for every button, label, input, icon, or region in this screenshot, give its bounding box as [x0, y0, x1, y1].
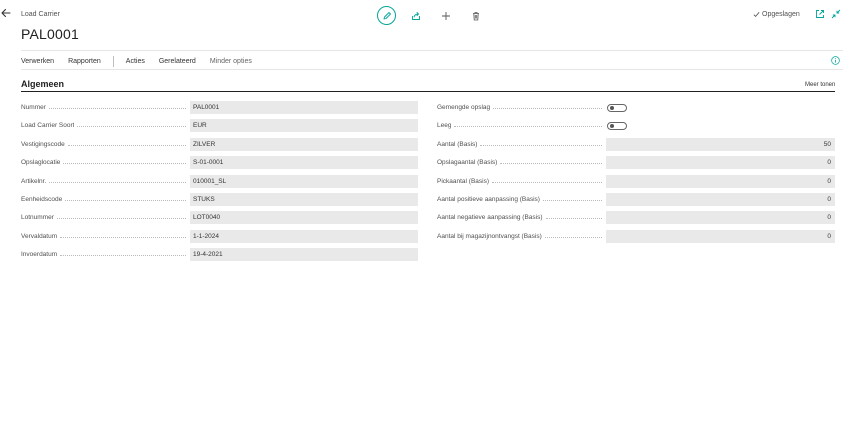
field-row-opslaglocatie: Opslaglocatie — [21, 156, 189, 169]
header-divider — [21, 50, 843, 51]
pickaantal-basis-field[interactable]: 0 — [606, 175, 835, 188]
new-button[interactable] — [437, 7, 455, 25]
negatieve-aanpassing-field[interactable]: 0 — [606, 211, 835, 224]
section-title: Algemeen — [21, 79, 65, 89]
field-row-artikelnr: Artikelnr. — [21, 175, 189, 188]
gemengde-opslag-toggle[interactable] — [607, 104, 627, 112]
field-label: Vervaldatum — [21, 233, 58, 240]
field-row-positieve-aanpassing: Aantal positieve aanpassing (Basis) — [437, 193, 605, 206]
field-label: Opslagaantal (Basis) — [437, 159, 498, 166]
vervaldatum-field[interactable]: 1-1-2024 — [190, 230, 418, 243]
share-icon — [412, 12, 420, 20]
page-title: PAL0001 — [21, 26, 79, 42]
field-row-invoerdatum: Invoerdatum — [21, 248, 189, 261]
trash-icon — [473, 12, 479, 21]
eenheidscode-field[interactable]: STUKS — [190, 193, 418, 206]
lotnummer-field[interactable]: LOT0040 — [190, 211, 418, 224]
field-label: Invoerdatum — [21, 251, 58, 258]
magazijnontvangst-field[interactable]: 0 — [606, 230, 835, 243]
opslagaantal-basis-field[interactable]: 0 — [606, 156, 835, 169]
field-row-vervaldatum: Vervaldatum — [21, 230, 189, 243]
field-row-leeg: Leeg — [437, 119, 605, 132]
field-row-lotnummer: Lotnummer — [21, 211, 189, 224]
action-bar-divider — [21, 69, 843, 70]
share-button[interactable] — [407, 7, 425, 25]
field-row-eenheidscode: Eenheidscode — [21, 193, 189, 206]
field-row-load-carrier-soort: Load Carrier Soort — [21, 119, 189, 132]
field-row-aantal-basis: Aantal (Basis) — [437, 138, 605, 151]
field-row-gemengde-opslag: Gemengde opslag — [437, 101, 605, 114]
menu-rapporten[interactable]: Rapporten — [68, 58, 101, 65]
field-label: Eenheidscode — [21, 196, 63, 203]
field-row-vestigingscode: Vestigingscode — [21, 138, 189, 151]
action-bar: Verwerken Rapporten Acties Gerelateerd M… — [21, 55, 266, 67]
leeg-toggle[interactable] — [607, 122, 627, 130]
menu-gerelateerd[interactable]: Gerelateerd — [159, 58, 196, 65]
plus-icon — [442, 12, 450, 20]
field-label: Lotnummer — [21, 214, 54, 221]
pencil-icon — [383, 11, 391, 19]
saved-label: Opgeslagen — [762, 11, 800, 18]
collapse-icon[interactable] — [831, 9, 841, 19]
saved-status: Opgeslagen — [753, 11, 800, 18]
delete-button[interactable] — [467, 7, 485, 25]
field-label: Pickaantal (Basis) — [437, 178, 490, 185]
field-label: Opslaglocatie — [21, 159, 61, 166]
check-icon — [753, 12, 760, 18]
toggle-knob — [610, 124, 614, 128]
menu-minder-opties[interactable]: Minder opties — [210, 58, 252, 65]
field-label: Aantal negatieve aanpassing (Basis) — [437, 214, 543, 221]
menu-acties[interactable]: Acties — [126, 58, 145, 65]
invoerdatum-field[interactable]: 19-4-2021 — [190, 248, 418, 261]
field-label: Nummer — [21, 104, 46, 111]
positieve-aanpassing-field[interactable]: 0 — [606, 193, 835, 206]
back-arrow-icon[interactable] — [0, 6, 14, 20]
show-more-link[interactable]: Meer tonen — [805, 82, 835, 88]
opslaglocatie-field[interactable]: S-01-0001 — [190, 156, 418, 169]
field-label: Load Carrier Soort — [21, 122, 75, 129]
open-new-window-icon[interactable] — [815, 9, 825, 19]
field-row-magazijnontvangst: Aantal bij magazijnontvangst (Basis) — [437, 230, 605, 243]
field-label: Aantal positieve aanpassing (Basis) — [437, 196, 540, 203]
action-separator — [112, 55, 114, 67]
edit-button[interactable] — [377, 6, 396, 25]
menu-verwerken[interactable]: Verwerken — [21, 58, 54, 65]
aantal-basis-field[interactable]: 50 — [606, 138, 835, 151]
field-label: Leeg — [437, 122, 452, 129]
field-row-opslagaantal-basis: Opslagaantal (Basis) — [437, 156, 605, 169]
info-icon[interactable] — [831, 56, 840, 65]
field-row-nummer: Nummer — [21, 101, 189, 114]
nummer-field[interactable]: PAL0001 — [190, 101, 418, 114]
field-label: Aantal bij magazijnontvangst (Basis) — [437, 233, 542, 240]
breadcrumb: Load Carrier — [21, 11, 60, 18]
field-row-negatieve-aanpassing: Aantal negatieve aanpassing (Basis) — [437, 211, 605, 224]
field-row-pickaantal-basis: Pickaantal (Basis) — [437, 175, 605, 188]
load-carrier-soort-field[interactable]: EUR — [190, 119, 418, 132]
field-label: Vestigingscode — [21, 141, 65, 148]
section-underline — [21, 91, 835, 92]
artikelnr-field[interactable]: 010001_SL — [190, 175, 418, 188]
field-label: Artikelnr. — [21, 178, 47, 185]
field-label: Aantal (Basis) — [437, 141, 478, 148]
toggle-knob — [610, 106, 614, 110]
field-label: Gemengde opslag — [437, 104, 491, 111]
vestigingscode-field[interactable]: ZILVER — [190, 138, 418, 151]
